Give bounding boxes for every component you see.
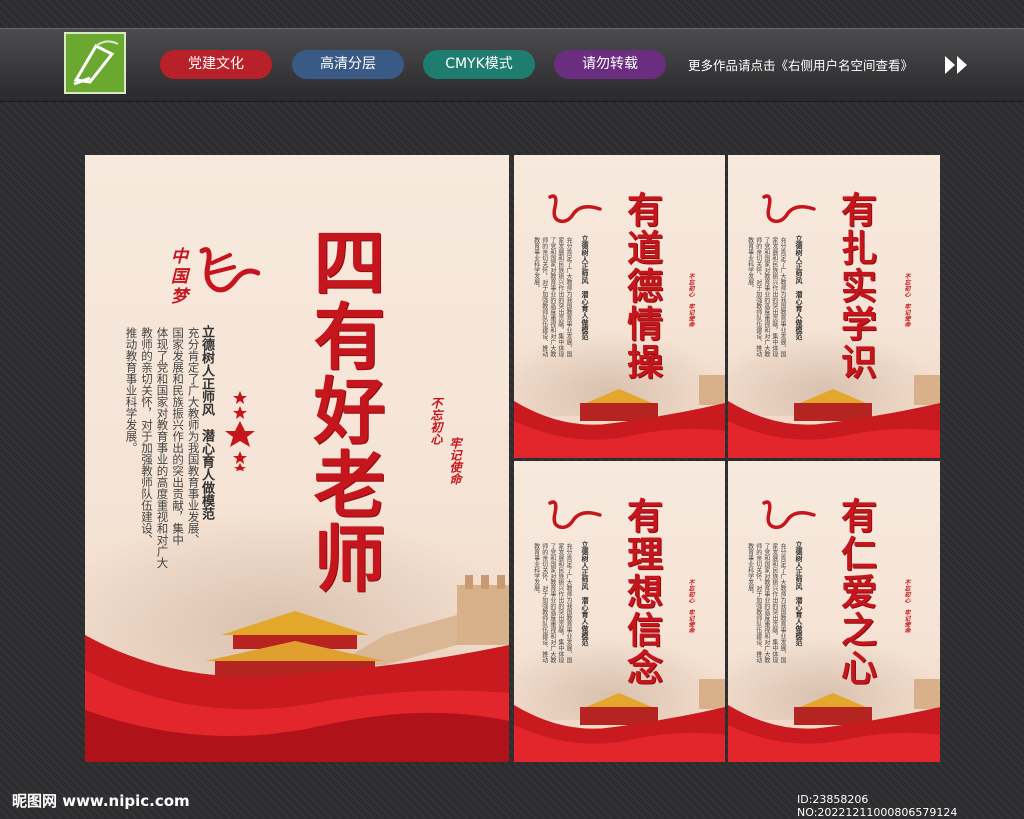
poster-paragraph: 充分肯定了广大教师为我国教育事业发展、国家发展和民族振兴作出的突出贡献，集中体现…: [532, 543, 572, 663]
poster-title: 有扎实学识: [835, 191, 877, 381]
para-line: 教师的亲切关怀，对于加强教师队伍建设、: [140, 327, 155, 546]
china-dream-brush-icon: [762, 194, 816, 224]
brand-logo-icon[interactable]: [64, 32, 126, 94]
poster-solid-knowledge: 充分肯定了广大教师为我国教育事业发展、国家发展和民族振兴作出的突出贡献，集中体现…: [728, 155, 940, 458]
poster-moral-character: 充分肯定了广大教师为我国教育事业发展、国家发展和民族振兴作出的突出贡献，集中体现…: [514, 155, 725, 458]
main-poster: 中国梦 充分肯定了广大教师为我国教育事业发展、 国家发展和民族振兴作出的突出贡献…: [85, 155, 509, 762]
double-chevron-right-icon[interactable]: [943, 54, 971, 80]
poster-badge: 不忘初心 牢记使命: [903, 579, 910, 633]
poster-title: 有理想信念: [621, 497, 663, 687]
china-dream-brush-icon: [548, 500, 602, 530]
poster-slogan: 立德树人正师风 潜心育人做模范: [581, 541, 590, 646]
china-dream-brush-icon: [199, 247, 260, 293]
palace-ribbon-illustration: [728, 375, 940, 458]
para-line: 体现了党和国家对教育事业的高度重视和对广大: [155, 327, 170, 569]
tag-party-culture[interactable]: 党建文化: [160, 50, 272, 79]
poster-title: 有仁爱之心: [835, 497, 877, 687]
poster-benevolent-heart: 充分肯定了广大教师为我国教育事业发展、国家发展和民族振兴作出的突出贡献，集中体现…: [728, 461, 940, 762]
para-line: 国家发展和民族振兴作出的突出贡献，集中: [171, 327, 186, 546]
china-dream-brush-icon: [762, 500, 816, 530]
tag-no-repost[interactable]: 请勿转载: [554, 50, 666, 79]
palace-ribbon-illustration: [728, 679, 940, 762]
poster-paragraph: 充分肯定了广大教师为我国教育事业发展、国家发展和民族振兴作出的突出贡献，集中体现…: [532, 237, 572, 357]
poster-paragraph: 充分肯定了广大教师为我国教育事业发展、国家发展和民族振兴作出的突出贡献，集中体现…: [746, 237, 786, 357]
site-watermark: 昵图网 www.nipic.com: [12, 792, 190, 810]
tag-hd-layers[interactable]: 高清分层: [292, 50, 404, 79]
poster-slogan: 立德树人正师风 潜心育人做模范: [795, 541, 804, 646]
poster-slogan: 立德树人正师风 潜心育人做模范: [581, 235, 590, 340]
main-title: 四有好老师: [301, 225, 386, 595]
badge-remember-mission: 不忘初心: [429, 397, 443, 445]
para-line: 推动教育事业科学发展。: [124, 327, 139, 454]
poster-ideals-beliefs: 充分肯定了广大教师为我国教育事业发展、国家发展和民族振兴作出的突出贡献，集中体现…: [514, 461, 725, 762]
tag-cmyk-mode[interactable]: CMYK模式: [423, 50, 535, 79]
poster-slogan: 立德树人正师风 潜心育人做模范: [795, 235, 804, 340]
poster-badge: 不忘初心 牢记使命: [687, 579, 694, 633]
palace-ribbon-illustration: [514, 375, 725, 458]
palace-ribbon-illustration: [514, 679, 725, 762]
image-id: ID:23858206 NO:20221211000806579124: [797, 793, 958, 819]
poster-paragraph: 充分肯定了广大教师为我国教育事业发展、国家发展和民族振兴作出的突出贡献，集中体现…: [746, 543, 786, 663]
china-dream-brush-icon: [548, 194, 602, 224]
badge-remember-mission: 牢记使命: [448, 437, 462, 485]
more-works-notice[interactable]: 更多作品请点击《右侧用户名空间查看》: [688, 55, 913, 74]
red-stars-icon: [225, 391, 255, 471]
palace-ribbon-illustration: [85, 575, 509, 762]
poster-title: 有道德情操: [621, 191, 663, 381]
main-slogan: 立德树人正师风 潜心育人做模范: [199, 325, 214, 520]
poster-badge: 不忘初心 牢记使命: [687, 273, 694, 327]
poster-badge: 不忘初心 牢记使命: [903, 273, 910, 327]
